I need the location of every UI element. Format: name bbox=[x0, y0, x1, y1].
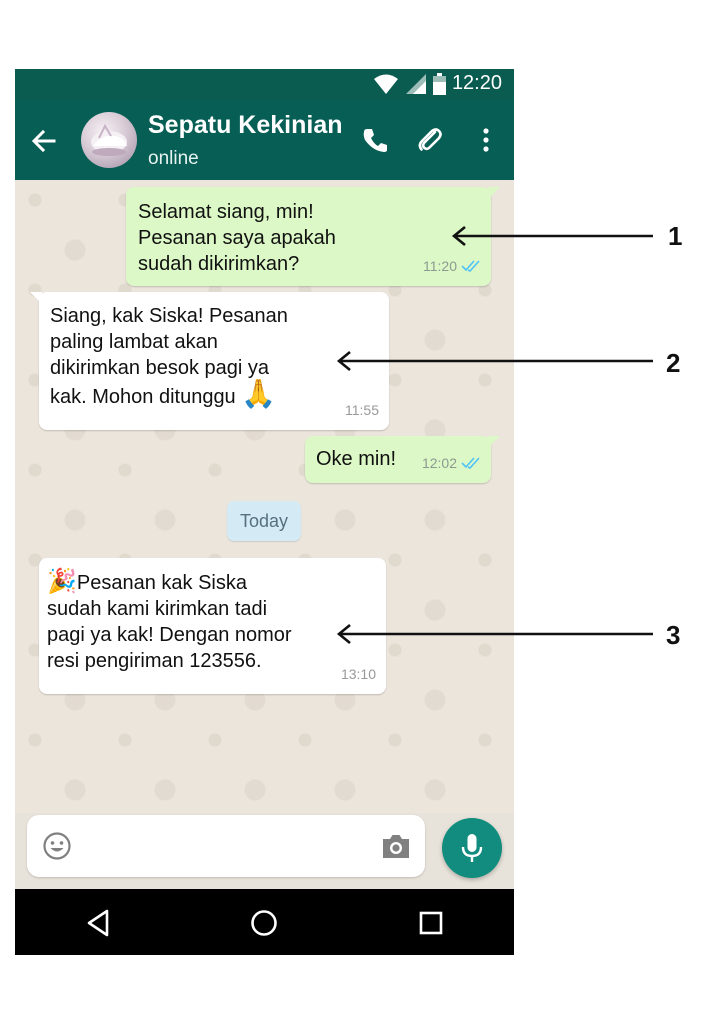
callout-arrows bbox=[336, 225, 653, 645]
callout-arrow-2 bbox=[336, 350, 653, 372]
callout-arrow-3 bbox=[336, 623, 653, 645]
callout-label-1: 1 bbox=[668, 221, 683, 251]
callout-label-3: 3 bbox=[666, 620, 681, 650]
callout-label-2: 2 bbox=[666, 348, 681, 378]
callout-arrow-1 bbox=[451, 225, 653, 247]
